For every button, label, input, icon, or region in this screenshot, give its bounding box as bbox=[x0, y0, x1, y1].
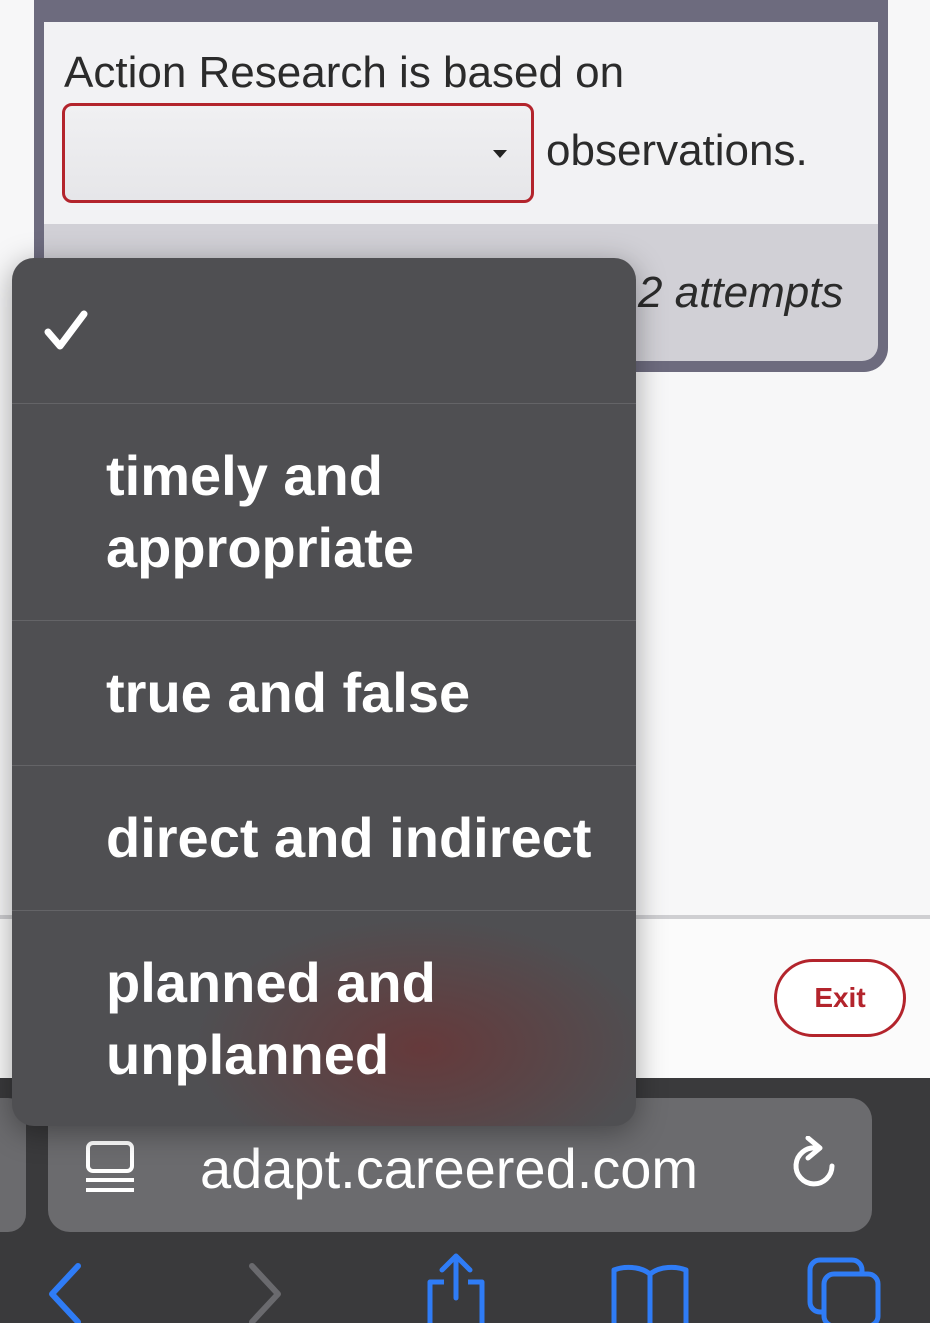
share-icon[interactable] bbox=[424, 1252, 488, 1323]
url-text[interactable]: adapt.careered.com bbox=[200, 1136, 698, 1201]
option-planned-and-unplanned[interactable]: planned and unplanned bbox=[12, 910, 636, 1126]
back-icon[interactable] bbox=[44, 1262, 84, 1323]
question-suffix: observations. bbox=[546, 126, 808, 175]
checkmark-icon bbox=[44, 310, 88, 350]
tabs-icon[interactable] bbox=[806, 1256, 882, 1323]
option-label: planned and unplanned bbox=[106, 951, 436, 1086]
question-prefix: Action Research is based on bbox=[64, 48, 625, 97]
option-label: timely and appropriate bbox=[106, 444, 415, 579]
select-arrow-icon bbox=[493, 150, 507, 158]
answer-options-menu: timely and appropriate true and false di… bbox=[12, 258, 636, 1126]
option-timely-and-appropriate[interactable]: timely and appropriate bbox=[12, 403, 636, 620]
option-blank[interactable] bbox=[12, 258, 636, 403]
option-label: true and false bbox=[106, 661, 471, 724]
option-direct-and-indirect[interactable]: direct and indirect bbox=[12, 765, 636, 910]
option-label: direct and indirect bbox=[106, 806, 592, 869]
question-card-header bbox=[44, 0, 878, 22]
exit-button[interactable]: Exit bbox=[774, 959, 906, 1037]
forward-icon[interactable] bbox=[246, 1262, 286, 1323]
attempts-remaining: 2 attempts bbox=[638, 268, 844, 317]
bookmarks-icon[interactable] bbox=[610, 1260, 690, 1323]
reader-mode-icon[interactable] bbox=[84, 1140, 136, 1194]
reload-icon[interactable] bbox=[788, 1136, 844, 1196]
answer-select[interactable] bbox=[62, 103, 534, 203]
option-true-and-false[interactable]: true and false bbox=[12, 620, 636, 765]
